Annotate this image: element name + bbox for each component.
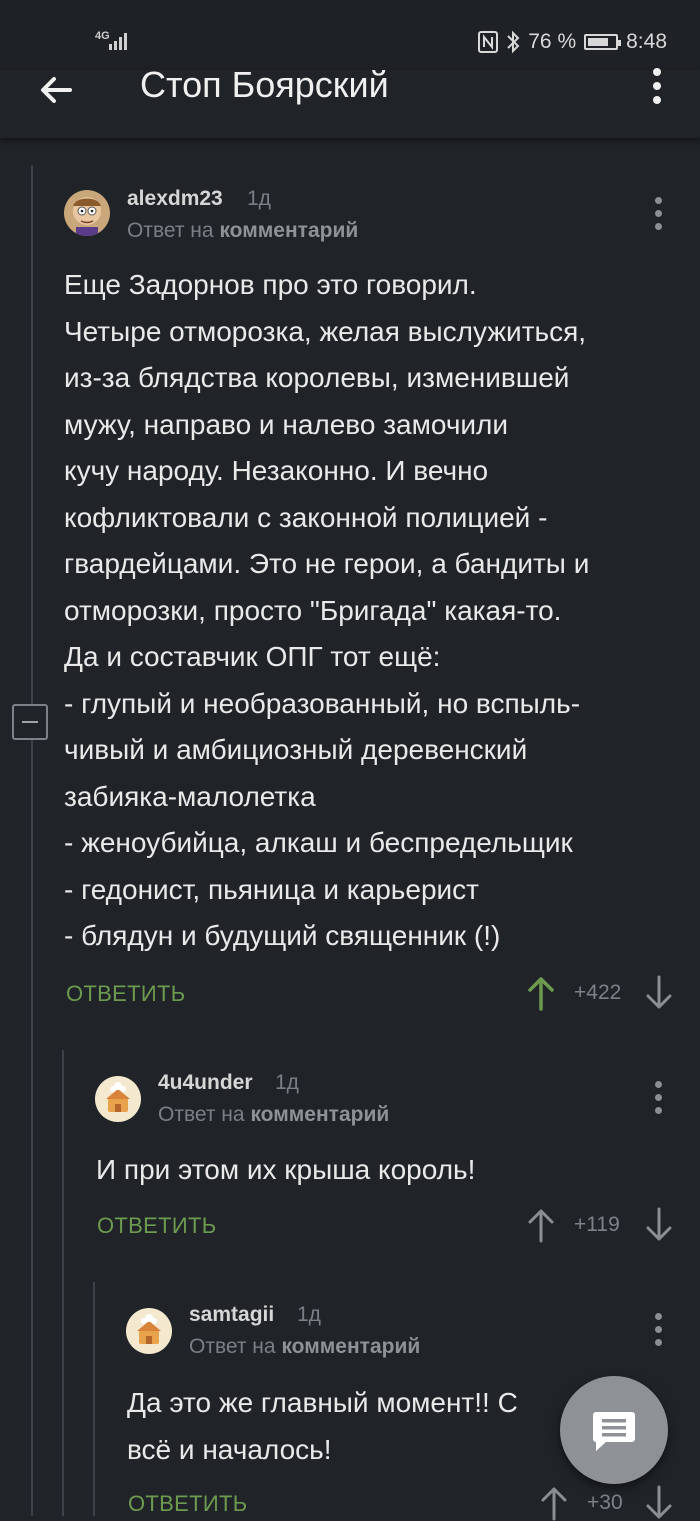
thread-line-level-2 xyxy=(62,1050,64,1516)
reply-to-line: Ответ на комментарий xyxy=(189,1335,420,1359)
reply-to-line: Ответ на комментарий xyxy=(158,1103,389,1127)
thread-line-level-3 xyxy=(93,1282,95,1516)
reply-to-prefix: Ответ на xyxy=(127,219,214,242)
battery-icon xyxy=(584,34,622,50)
upvote-icon[interactable] xyxy=(527,1207,555,1243)
reply-button[interactable]: ОТВЕТИТЬ xyxy=(128,1491,247,1517)
reply-to-line: Ответ на комментарий xyxy=(127,219,358,243)
reply-to-prefix: Ответ на xyxy=(189,1335,276,1358)
comment-score: +119 xyxy=(574,1213,620,1236)
add-comment-button[interactable] xyxy=(560,1376,668,1484)
more-vert-icon[interactable] xyxy=(646,68,668,104)
avatar[interactable] xyxy=(95,1076,141,1122)
comment-menu-icon[interactable] xyxy=(652,1081,666,1115)
page-title: Стоп Боярский xyxy=(140,64,389,105)
reply-to-link[interactable]: комментарий xyxy=(219,219,358,242)
comment-age: 1д xyxy=(275,1071,299,1094)
default-avatar-image xyxy=(95,1076,141,1122)
battery-level xyxy=(588,38,609,46)
upvote-icon[interactable] xyxy=(527,975,555,1011)
comment-age: 1д xyxy=(297,1303,321,1326)
comment-menu-icon[interactable] xyxy=(652,197,666,231)
reply-to-link[interactable]: комментарий xyxy=(281,1335,420,1358)
status-bar: 4G 76 % 8:48 xyxy=(0,0,700,70)
bluetooth-icon xyxy=(507,30,520,54)
thread-line-level-1 xyxy=(31,165,33,1516)
nfc-icon xyxy=(478,31,499,53)
comment-username[interactable]: 4u4under xyxy=(158,1071,253,1095)
downvote-icon[interactable] xyxy=(645,975,673,1011)
battery-percent: 76 % xyxy=(528,30,577,53)
status-right: 76 % 8:48 xyxy=(478,30,667,54)
avatar[interactable] xyxy=(64,190,110,236)
comment-age: 1д xyxy=(247,187,271,210)
app-toolbar: Стоп Боярский xyxy=(0,64,700,138)
downvote-icon[interactable] xyxy=(645,1207,673,1243)
comment-text: И при этом их крыша король! xyxy=(96,1154,476,1185)
comment-text: Да это же главный момент!! С всё и начал… xyxy=(127,1387,518,1465)
comment-menu-icon[interactable] xyxy=(652,1313,666,1347)
reply-to-prefix: Ответ на xyxy=(158,1103,245,1126)
collapse-thread-button[interactable] xyxy=(12,704,48,740)
reply-button[interactable]: ОТВЕТИТЬ xyxy=(97,1213,216,1239)
arrow-left-icon[interactable] xyxy=(34,68,78,112)
comment-score: +422 xyxy=(574,981,622,1004)
default-avatar-image xyxy=(126,1308,172,1354)
comment-score: +30 xyxy=(587,1491,623,1514)
comment-text: Еще Задорнов про это говорил. Четыре отм… xyxy=(64,269,590,951)
reply-to-link[interactable]: комментарий xyxy=(250,1103,389,1126)
reply-button[interactable]: ОТВЕТИТЬ xyxy=(66,981,185,1007)
signal-icon xyxy=(109,33,127,50)
comment-username[interactable]: alexdm23 xyxy=(127,187,223,211)
avatar[interactable] xyxy=(126,1308,172,1354)
comment-icon xyxy=(593,1412,635,1451)
comment-username[interactable]: samtagii xyxy=(189,1303,274,1327)
clock: 8:48 xyxy=(626,30,667,53)
avatar-image xyxy=(64,190,110,236)
